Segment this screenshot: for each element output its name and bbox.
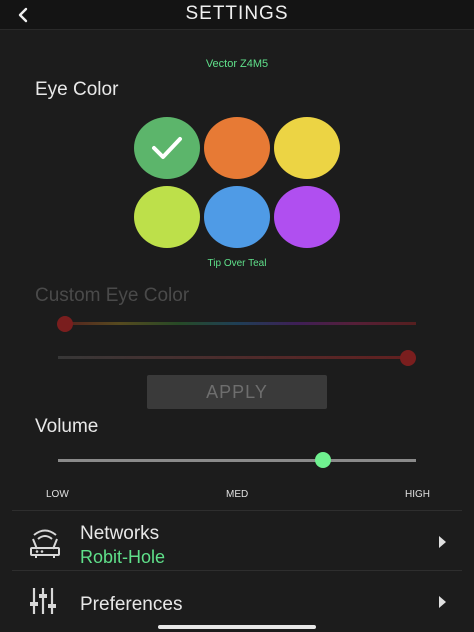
eye-color-swatch-purple[interactable] — [274, 186, 340, 248]
eye-color-swatch-blue[interactable] — [204, 186, 270, 248]
saturation-slider-track[interactable] — [58, 356, 414, 359]
preferences-row[interactable]: Preferences — [12, 572, 462, 632]
apply-button[interactable]: APPLY — [147, 375, 327, 409]
networks-title: Networks — [80, 523, 160, 544]
header: SETTINGS — [0, 0, 474, 30]
device-name: Vector Z4M5 — [205, 58, 269, 70]
eye-color-label: Eye Color — [35, 79, 119, 100]
volume-slider-thumb[interactable] — [314, 452, 331, 468]
sliders-icon — [30, 588, 56, 614]
volume-label: Volume — [35, 416, 99, 437]
preferences-chevron-right-icon — [439, 596, 446, 608]
router-icon — [30, 529, 60, 558]
custom-eye-color-label: Custom Eye Color — [35, 285, 190, 306]
hue-slider-track[interactable] — [60, 322, 416, 325]
networks-row[interactable]: Networks Robit-Hole — [12, 510, 462, 571]
volume-high-label: HIGH — [405, 489, 430, 500]
eye-color-swatch-lime[interactable] — [134, 186, 200, 248]
eye-color-swatch-orange[interactable] — [204, 117, 270, 179]
saturation-slider-thumb[interactable] — [400, 350, 416, 366]
checkmark-icon — [152, 137, 182, 159]
eye-color-swatch-yellow[interactable] — [274, 117, 340, 179]
preferences-title: Preferences — [80, 594, 183, 615]
selected-color-name: Tip Over Teal — [207, 258, 267, 269]
volume-med-label: MED — [226, 489, 249, 500]
home-indicator — [158, 625, 316, 629]
eye-color-swatch-green[interactable] — [134, 117, 200, 179]
networks-chevron-right-icon — [439, 536, 446, 548]
networks-value: Robit-Hole — [80, 547, 166, 567]
settings-screen: SETTINGS Vector Z4M5 Eye Color Tip Over … — [0, 0, 474, 632]
page-title: SETTINGS — [185, 3, 289, 24]
volume-low-label: LOW — [46, 489, 69, 500]
hue-slider-thumb[interactable] — [57, 316, 73, 332]
volume-slider-track[interactable] — [58, 459, 416, 462]
